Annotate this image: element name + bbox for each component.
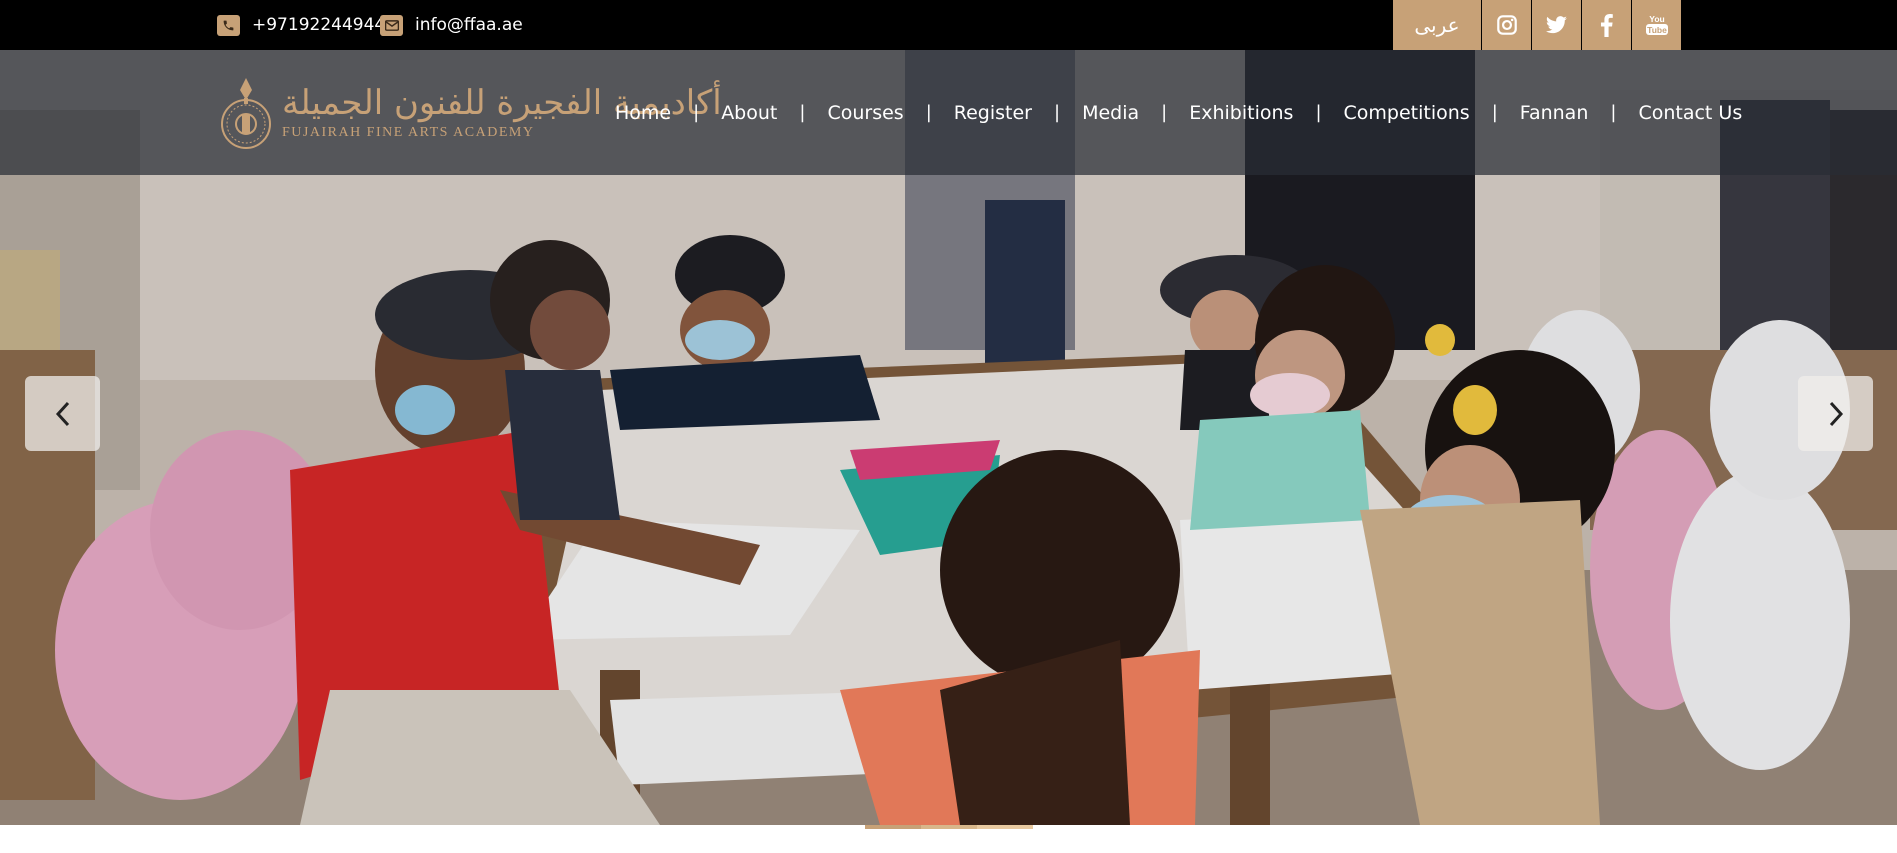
nav-separator: |	[799, 102, 806, 123]
nav-home[interactable]: Home	[615, 102, 671, 124]
twitter-icon[interactable]	[1532, 0, 1581, 50]
nav-separator: |	[1610, 102, 1617, 123]
phone-icon	[217, 14, 240, 36]
facebook-icon[interactable]	[1582, 0, 1631, 50]
phone-number[interactable]: +97192244944	[252, 15, 385, 35]
svg-text:Tube: Tube	[1647, 25, 1667, 35]
nav-contact-us[interactable]: Contact Us	[1638, 102, 1742, 124]
email-contact[interactable]: info@ffaa.ae	[380, 0, 523, 50]
svg-text:You: You	[1649, 14, 1664, 24]
language-switch-button[interactable]: عربى	[1393, 0, 1481, 50]
social-bar: عربى You Tube	[1393, 0, 1681, 50]
carousel-prev-button[interactable]	[25, 376, 100, 451]
envelope-icon	[380, 14, 403, 36]
youtube-icon[interactable]: You Tube	[1632, 0, 1681, 50]
carousel-indicator	[865, 825, 1033, 829]
carousel-dot[interactable]	[921, 825, 977, 829]
carousel-dot[interactable]	[977, 825, 1033, 829]
chevron-right-icon	[1829, 401, 1843, 426]
carousel-dot[interactable]	[865, 825, 921, 829]
nav-separator: |	[693, 102, 700, 123]
nav-media[interactable]: Media	[1082, 102, 1139, 124]
nav-register[interactable]: Register	[954, 102, 1032, 124]
top-bar: +97192244944 info@ffaa.ae عربى You Tube	[0, 0, 1897, 50]
email-address[interactable]: info@ffaa.ae	[415, 15, 523, 35]
nav-exhibitions[interactable]: Exhibitions	[1189, 102, 1293, 124]
nav-separator: |	[1054, 102, 1061, 123]
nav-competitions[interactable]: Competitions	[1344, 102, 1470, 124]
nav-separator: |	[925, 102, 932, 123]
nav-separator: |	[1161, 102, 1168, 123]
nav-separator: |	[1491, 102, 1498, 123]
nav-fannan[interactable]: Fannan	[1520, 102, 1589, 124]
emblem-icon	[221, 78, 271, 149]
main-navbar: أكاديمية الفجيرة للفنون الجميلة FUJAIRAH…	[0, 50, 1897, 175]
main-menu: Home | About | Courses | Register | Medi…	[615, 50, 1742, 175]
phone-contact[interactable]: +97192244944	[217, 0, 385, 50]
nav-separator: |	[1315, 102, 1322, 123]
carousel-next-button[interactable]	[1798, 376, 1873, 451]
chevron-left-icon	[55, 401, 69, 426]
nav-about[interactable]: About	[721, 102, 777, 124]
nav-courses[interactable]: Courses	[827, 102, 903, 124]
instagram-icon[interactable]	[1482, 0, 1531, 50]
